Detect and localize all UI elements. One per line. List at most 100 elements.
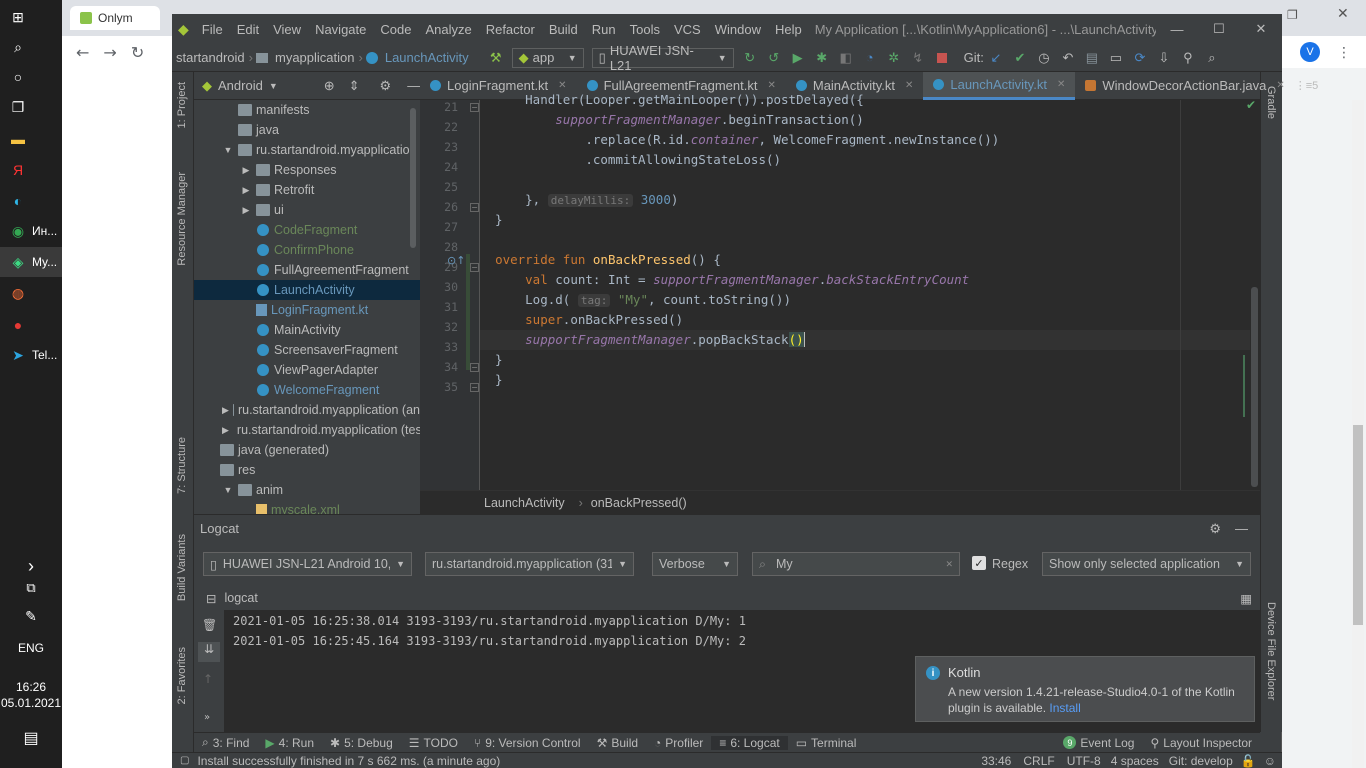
tree-item[interactable]: ▶ ru.startandroid.myapplication (an (194, 400, 420, 420)
tab-overflow-icon[interactable]: ⋮≡5 (1295, 79, 1319, 92)
menu-help[interactable]: Help (768, 22, 809, 37)
sync-gradle-icon[interactable]: ⟳ (1131, 49, 1149, 67)
fold-marker-icon[interactable]: − (470, 203, 479, 212)
collapse-all-icon[interactable]: ⇕ (349, 78, 360, 94)
stop-icon[interactable] (933, 49, 951, 67)
taskbar-item[interactable]: ◉ Ин... (0, 216, 62, 246)
clock-time[interactable]: 16:26 (0, 680, 62, 694)
run-config-select[interactable]: ◆ app ▼ (511, 47, 584, 68)
tool-device-file-explorer[interactable]: Device File Explorer (1265, 602, 1277, 700)
fold-marker-icon[interactable]: − (470, 383, 479, 392)
menu-vcs[interactable]: VCS (667, 22, 708, 37)
taskbar-item[interactable]: ◈ My... (0, 247, 62, 277)
bottom-tool-button[interactable]: ▶ 4: Run (257, 736, 322, 750)
line-number[interactable]: 27 (420, 220, 458, 234)
code-line[interactable]: override fun onBackPressed() { (480, 250, 721, 270)
tree-item[interactable]: LaunchActivity (194, 280, 420, 300)
tree-item[interactable]: ▼ anim (194, 480, 420, 500)
gear-icon[interactable]: ⚙ (380, 78, 392, 94)
breadcrumb-1[interactable]: myapplication (271, 50, 359, 65)
bottom-tool-button[interactable]: ✱ 5: Debug (322, 736, 401, 750)
tree-item[interactable]: java (194, 120, 420, 140)
browser-tab[interactable]: Onlym (70, 6, 160, 30)
tree-item[interactable]: LoginFragment.kt (194, 300, 420, 320)
maximize-window-icon[interactable]: ☐ (1198, 21, 1240, 37)
bottom-tool-button[interactable]: ⌕ 3: Find (194, 735, 257, 750)
code-line[interactable]: }, delayMillis: 3000) (480, 190, 678, 210)
tree-item[interactable]: ▼ ru.startandroid.myapplication (194, 140, 420, 160)
editor-breadcrumb-class[interactable]: LaunchActivity (484, 496, 565, 510)
tree-item[interactable]: ▶ Retrofit (194, 180, 420, 200)
line-number[interactable]: 30 (420, 280, 458, 294)
fold-marker-icon[interactable]: − (470, 363, 479, 372)
menu-build[interactable]: Build (542, 22, 585, 37)
breadcrumb-0[interactable]: startandroid (172, 50, 249, 65)
project-structure-icon[interactable]: ▤ (1083, 49, 1101, 67)
fold-marker-icon[interactable]: − (470, 263, 479, 272)
line-number[interactable]: 33 (420, 340, 458, 354)
bottom-tool-button[interactable]: 9 Event Log (1055, 736, 1142, 750)
override-marker-icon[interactable]: ⊙↑ (447, 254, 465, 267)
tree-item[interactable]: res (194, 460, 420, 480)
editor-breadcrumb-method[interactable]: onBackPressed() (591, 496, 687, 510)
tree-item[interactable]: ConfirmPhone (194, 240, 420, 260)
coverage-icon[interactable]: ◧ (837, 49, 855, 67)
avd-manager-icon[interactable]: ▭ (1107, 49, 1125, 67)
tree-item[interactable]: ScreensaverFragment (194, 340, 420, 360)
browser-menu-icon[interactable]: ⋮ (1337, 45, 1351, 61)
code-line[interactable]: Handler(Looper.getMainLooper()).postDela… (480, 90, 864, 110)
hammer-icon[interactable]: ⚒ (487, 49, 505, 67)
minimize-icon[interactable]: — (407, 78, 420, 93)
chevron-down-icon[interactable]: ▼ (269, 81, 278, 91)
bottom-tool-button[interactable]: ▭ Terminal (788, 736, 865, 750)
tablet-mode-icon[interactable]: ⧉ (0, 580, 62, 596)
bottom-tool-button[interactable]: ◔ Profiler (646, 736, 711, 750)
logcat-filter-select[interactable]: Show only selected application ▼ (1042, 552, 1251, 576)
regex-checkbox[interactable]: ✓ (972, 556, 986, 570)
taskbar-item[interactable]: ● (0, 310, 62, 340)
tree-item[interactable]: ▶ ui (194, 200, 420, 220)
expand-arrow-icon[interactable]: ▼ (222, 145, 234, 155)
browser-avatar[interactable]: V (1300, 42, 1320, 62)
taskbar-item[interactable]: ○ (0, 62, 62, 92)
taskbar-item[interactable]: ⊞ (0, 2, 62, 32)
scroll-to-end-icon[interactable]: ⇊ (198, 642, 220, 662)
code-line[interactable]: Log.d( tag: "My", count.toString()) (480, 290, 791, 310)
tree-item[interactable]: FullAgreementFragment (194, 260, 420, 280)
code-line[interactable]: super.onBackPressed() (480, 310, 683, 330)
code-line[interactable]: val count: Int = supportFragmentManager.… (480, 270, 969, 290)
line-number[interactable]: 26 (420, 200, 458, 214)
gear-icon[interactable]: ⚙ (1209, 521, 1221, 537)
logcat-device-select[interactable]: ▯ HUAWEI JSN-L21 Android 10, A ▼ (203, 552, 412, 576)
expand-arrow-icon[interactable]: ▶ (222, 425, 229, 436)
code-line[interactable] (480, 170, 495, 190)
line-number[interactable]: 35 (420, 380, 458, 394)
run-icon[interactable]: ▶ (789, 49, 807, 67)
menu-view[interactable]: View (266, 22, 308, 37)
browser-close-icon[interactable]: ✕ (1337, 6, 1349, 22)
git-commit-icon[interactable]: ✔ (1011, 49, 1029, 67)
minimize-icon[interactable]: — (1235, 521, 1248, 536)
taskbar-item[interactable]: ❐ (0, 92, 62, 122)
minimize-window-icon[interactable]: — (1156, 22, 1198, 37)
show-more-icon[interactable]: › (0, 556, 62, 577)
bottom-tool-button[interactable]: ⑂ 9: Version Control (466, 736, 589, 750)
browser-restore-icon[interactable]: ❐ (1287, 8, 1298, 22)
git-update-icon[interactable]: ↙ (987, 49, 1005, 67)
taskbar-item[interactable]: ➤ Tel... (0, 340, 62, 370)
menu-file[interactable]: File (195, 22, 230, 37)
apply-changes-icon[interactable]: ↻ (741, 49, 759, 67)
rerun-icon[interactable]: ↯ (909, 49, 927, 67)
bottom-tool-button[interactable]: ⚒ Build (589, 736, 646, 750)
tree-item[interactable]: ViewPagerAdapter (194, 360, 420, 380)
taskbar-item[interactable]: ◐ (0, 186, 62, 216)
caret-position[interactable]: 33:46 (981, 754, 1011, 768)
expand-arrow-icon[interactable]: ▶ (240, 165, 252, 176)
code-line[interactable]: supportFragmentManager.popBackStack() (480, 330, 805, 350)
bottom-tool-button[interactable]: ☰ TODO (401, 736, 466, 750)
menu-refactor[interactable]: Refactor (479, 22, 542, 37)
line-number[interactable]: 23 (420, 140, 458, 154)
tree-item[interactable]: manifests (194, 100, 420, 120)
indent-setting[interactable]: 4 spaces (1111, 754, 1159, 768)
history-icon[interactable]: ◷ (1035, 49, 1053, 67)
